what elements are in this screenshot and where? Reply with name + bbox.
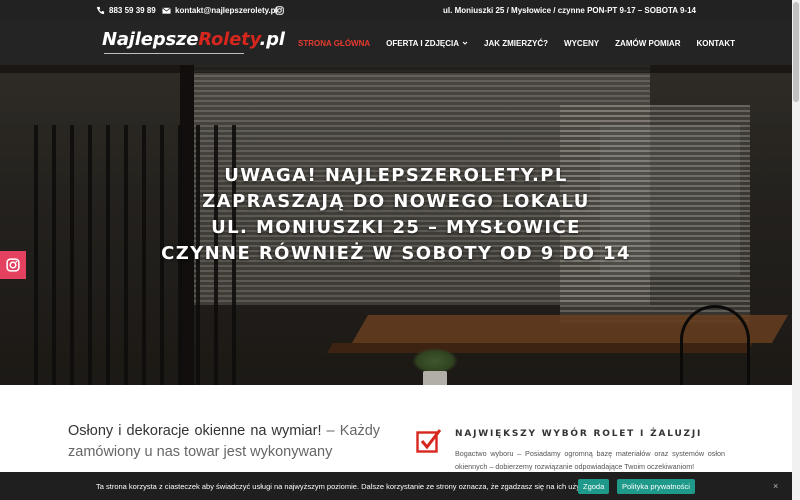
nav-offer[interactable]: OFERTA I ZDJĘCIA xyxy=(386,39,468,48)
topbar-email[interactable]: kontakt@najlepszerolety.pl xyxy=(162,0,278,21)
instagram-side-button[interactable] xyxy=(0,251,26,279)
instagram-icon xyxy=(6,258,20,272)
nav-order-measurement-label: ZAMÓW POMIAR xyxy=(615,38,681,48)
phone-icon xyxy=(96,6,105,15)
scrollbar-thumb[interactable] xyxy=(793,2,799,102)
hero-line-4: CZYNNE RÓWNIEŻ W SOBOTY OD 9 DO 14 xyxy=(161,243,631,264)
site-logo[interactable]: NajlepszeRolety.pl xyxy=(102,29,285,50)
topbar-instagram-link[interactable] xyxy=(275,0,284,21)
phone-number: 883 59 39 89 xyxy=(109,6,156,15)
instagram-icon xyxy=(275,6,284,15)
cookie-text: Ta strona korzysta z ciasteczek aby świa… xyxy=(96,481,592,491)
nav-home[interactable]: STRONA GŁÓWNA xyxy=(298,39,370,48)
topbar-address: ul. Moniuszki 25 / Mysłowice / czynne PO… xyxy=(443,6,696,15)
nav-offer-label: OFERTA I ZDJĘCIA xyxy=(386,38,460,48)
nav-measure[interactable]: JAK ZMIERZYĆ? xyxy=(484,39,548,48)
scrollbar[interactable] xyxy=(792,0,800,500)
intro-text: Osłony i dekoracje okienne na wymiar! – … xyxy=(68,421,380,463)
intro-lead: Osłony i dekoracje okienne na wymiar! xyxy=(68,423,322,439)
logo-accent: Rolety xyxy=(198,29,260,50)
nav-quotes[interactable]: WYCENY xyxy=(564,39,599,48)
email-address: kontakt@najlepszerolety.pl xyxy=(175,6,278,15)
hero-line-1: UWAGA! NAJLEPSZEROLETY.PL xyxy=(224,165,568,186)
cookie-bar: Ta strona korzysta z ciasteczek aby świa… xyxy=(0,472,792,500)
nav-measure-label: JAK ZMIERZYĆ? xyxy=(484,38,549,48)
mail-icon xyxy=(162,7,171,14)
logo-underline xyxy=(104,53,244,54)
nav-contact-label: KONTAKT xyxy=(696,38,735,48)
nav-contact[interactable]: KONTAKT xyxy=(696,39,735,48)
logo-suffix: .pl xyxy=(259,29,285,50)
cookie-accept-button[interactable]: Zgoda xyxy=(578,478,610,494)
main-header: NajlepszeRolety.pl STRONA GŁÓWNA OFERTA … xyxy=(0,21,800,65)
privacy-policy-button[interactable]: Polityka prywatności xyxy=(617,478,695,494)
chevron-down-icon xyxy=(462,41,468,45)
nav-order-measurement[interactable]: ZAMÓW POMIAR xyxy=(615,39,680,48)
hero-line-2: ZAPRASZAJĄ DO NOWEGO LOKALU xyxy=(202,191,590,212)
top-bar: 883 59 39 89 kontakt@najlepszerolety.pl … xyxy=(0,0,800,21)
main-nav: STRONA GŁÓWNA OFERTA I ZDJĘCIA JAK ZMIER… xyxy=(298,21,735,65)
close-icon[interactable]: × xyxy=(773,481,778,491)
logo-main: Najlepsze xyxy=(102,29,199,50)
nav-quotes-label: WYCENY xyxy=(564,38,600,48)
nav-home-label: STRONA GŁÓWNA xyxy=(298,38,371,48)
feature-title: NAJWIĘKSZY WYBÓR ROLET I ŻALUZJI xyxy=(455,429,703,439)
feature-description: Bogactwo wyboru – Posiadamy ogromną bazę… xyxy=(455,449,725,471)
topbar-phone[interactable]: 883 59 39 89 xyxy=(96,0,156,21)
hero-banner: UWAGA! NAJLEPSZEROLETY.PL ZAPRASZAJĄ DO … xyxy=(0,65,792,385)
checkbox-icon xyxy=(416,429,442,453)
hero-headline: UWAGA! NAJLEPSZEROLETY.PL ZAPRASZAJĄ DO … xyxy=(0,163,792,267)
hero-line-3: UL. MONIUSZKI 25 – MYSŁOWICE xyxy=(211,217,581,238)
